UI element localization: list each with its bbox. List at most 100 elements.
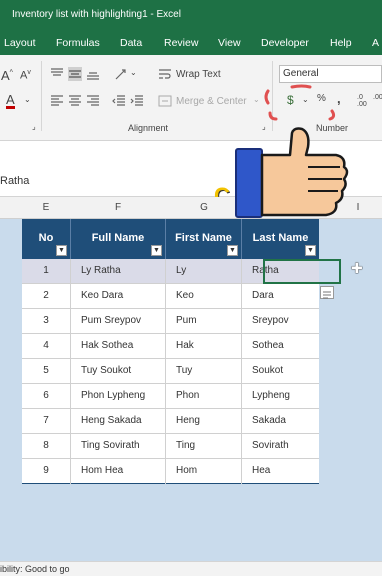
cell-no[interactable]: 9 xyxy=(22,459,71,484)
wrap-text-icon[interactable] xyxy=(158,67,172,81)
cell-first-name[interactable]: Hak xyxy=(166,334,242,359)
chevron-down-icon[interactable]: ⌄ xyxy=(130,68,137,77)
cell-no[interactable]: 5 xyxy=(22,359,71,384)
table-row: 3 Pum Sreypov Pum Sreypov xyxy=(22,309,319,334)
cell-full-name[interactable]: Pum Sreypov xyxy=(71,309,166,334)
column-header-g[interactable]: G xyxy=(196,202,212,213)
cell-first-name[interactable]: Heng xyxy=(166,409,242,434)
cell-no[interactable]: 1 xyxy=(22,259,71,284)
cell-no[interactable]: 4 xyxy=(22,334,71,359)
column-header-f[interactable]: F xyxy=(110,202,126,213)
cell-full-name[interactable]: Hom Hea xyxy=(71,459,166,484)
cell-first-name[interactable]: Tuy xyxy=(166,359,242,384)
cell-last-name[interactable]: Sothea xyxy=(242,334,319,359)
cell-no[interactable]: 7 xyxy=(22,409,71,434)
tab-view[interactable]: View xyxy=(218,37,241,49)
table-row: 8 Ting Sovirath Ting Sovirath xyxy=(22,434,319,459)
cell-full-name[interactable]: Heng Sakada xyxy=(71,409,166,434)
cell-first-name[interactable]: Pum xyxy=(166,309,242,334)
table-row: 9 Hom Hea Hom Hea xyxy=(22,459,319,484)
align-top-icon[interactable] xyxy=(50,67,64,81)
alignment-group-label: Alignment xyxy=(128,123,169,133)
merge-center-icon[interactable] xyxy=(158,94,172,108)
align-right-icon[interactable] xyxy=(86,94,100,108)
cell-last-name[interactable]: Hea xyxy=(242,459,319,484)
cell-no[interactable]: 6 xyxy=(22,384,71,409)
column-header-e[interactable]: E xyxy=(38,202,54,213)
filter-dropdown-icon[interactable]: ▼ xyxy=(151,245,162,256)
cell-select-cursor-icon: ✚ xyxy=(351,260,363,276)
merge-center-button[interactable]: Merge & Center xyxy=(176,96,247,107)
number-format-dropdown[interactable]: General xyxy=(279,65,382,83)
flash-fill-options-icon[interactable] xyxy=(320,286,334,299)
cell-full-name[interactable]: Ting Sovirath xyxy=(71,434,166,459)
grow-font-label: A xyxy=(1,68,10,83)
increase-decimal-icon[interactable]: .0.00 xyxy=(357,94,367,108)
ribbon-separator xyxy=(41,61,42,131)
align-left-icon[interactable] xyxy=(50,94,64,108)
cell-last-name[interactable]: Lypheng xyxy=(242,384,319,409)
cell-full-name[interactable]: Phon Lypheng xyxy=(71,384,166,409)
chevron-down-icon[interactable]: ⌄ xyxy=(253,95,260,104)
header-last-name: Last Name ▼ xyxy=(242,219,319,259)
tab-more[interactable]: A xyxy=(372,37,379,49)
cell-last-name[interactable]: Sakada xyxy=(242,409,319,434)
orientation-icon[interactable] xyxy=(114,67,128,81)
cell-full-name[interactable]: Hak Sothea xyxy=(71,334,166,359)
thumbs-up-icon xyxy=(235,127,349,218)
filter-dropdown-icon[interactable]: ▼ xyxy=(305,245,316,256)
active-cell-outline xyxy=(263,259,341,284)
decrease-decimal-icon[interactable]: .00 xyxy=(373,94,382,101)
column-header-i[interactable]: I xyxy=(350,202,366,213)
table-row: 6 Phon Lypheng Phon Lypheng xyxy=(22,384,319,409)
increase-indent-icon[interactable] xyxy=(130,94,144,108)
table-row: 7 Heng Sakada Heng Sakada xyxy=(22,409,319,434)
cell-no[interactable]: 3 xyxy=(22,309,71,334)
font-color-button[interactable]: A xyxy=(6,93,15,109)
filter-dropdown-icon[interactable]: ▼ xyxy=(56,245,67,256)
cell-last-name[interactable]: Sovirath xyxy=(242,434,319,459)
cell-first-name[interactable]: Ly xyxy=(166,259,242,284)
decrease-indent-icon[interactable] xyxy=(112,94,126,108)
header-no-label: No xyxy=(38,232,54,244)
accessibility-status[interactable]: ibility: Good to go xyxy=(0,564,70,574)
header-no: No ▼ xyxy=(22,219,71,259)
cell-full-name[interactable]: Tuy Soukot xyxy=(71,359,166,384)
cell-first-name[interactable]: Hom xyxy=(166,459,242,484)
font-dialog-launcher-icon[interactable]: ⌟ xyxy=(32,122,36,131)
wrap-text-button[interactable]: Wrap Text xyxy=(176,69,221,80)
cell-full-name[interactable]: Ly Ratha xyxy=(71,259,166,284)
align-bottom-icon[interactable] xyxy=(86,67,100,81)
cell-last-name[interactable]: Soukot xyxy=(242,359,319,384)
window-title: Inventory list with highlighting1 - Exce… xyxy=(12,9,181,20)
tab-formulas[interactable]: Formulas xyxy=(56,37,100,49)
ribbon-tabs: Layout Formulas Data Review View Develop… xyxy=(0,30,382,55)
cell-first-name[interactable]: Ting xyxy=(166,434,242,459)
cell-full-name[interactable]: Keo Dara xyxy=(71,284,166,309)
tab-help[interactable]: Help xyxy=(330,37,352,49)
shrink-font-button[interactable]: Av xyxy=(20,69,31,82)
grow-font-button[interactable]: A^ xyxy=(1,68,13,83)
cell-last-name[interactable]: Dara xyxy=(242,284,319,309)
cell-no[interactable]: 2 xyxy=(22,284,71,309)
title-bar: Inventory list with highlighting1 - Exce… xyxy=(0,0,382,30)
filter-dropdown-icon[interactable]: ▼ xyxy=(227,245,238,256)
align-center-icon[interactable] xyxy=(68,94,82,108)
align-middle-icon[interactable] xyxy=(68,67,82,81)
names-table: No ▼ Full Name ▼ First Name ▼ Last Name … xyxy=(22,219,341,484)
tab-layout[interactable]: Layout xyxy=(4,37,36,49)
table-row: 4 Hak Sothea Hak Sothea xyxy=(22,334,319,359)
table-header-row: No ▼ Full Name ▼ First Name ▼ Last Name … xyxy=(22,219,319,259)
cell-first-name[interactable]: Keo xyxy=(166,284,242,309)
table-row: 5 Tuy Soukot Tuy Soukot xyxy=(22,359,319,384)
cell-last-name[interactable]: Sreypov xyxy=(242,309,319,334)
cell-first-name[interactable]: Phon xyxy=(166,384,242,409)
chevron-down-icon[interactable]: ⌄ xyxy=(24,95,31,104)
tab-data[interactable]: Data xyxy=(120,37,142,49)
cell-no[interactable]: 8 xyxy=(22,434,71,459)
status-bar: ibility: Good to go xyxy=(0,561,382,576)
tab-developer[interactable]: Developer xyxy=(261,37,309,49)
tab-review[interactable]: Review xyxy=(164,37,198,49)
formula-bar-value[interactable]: Ratha xyxy=(0,175,29,187)
highlight-ring-decoration xyxy=(264,84,336,121)
